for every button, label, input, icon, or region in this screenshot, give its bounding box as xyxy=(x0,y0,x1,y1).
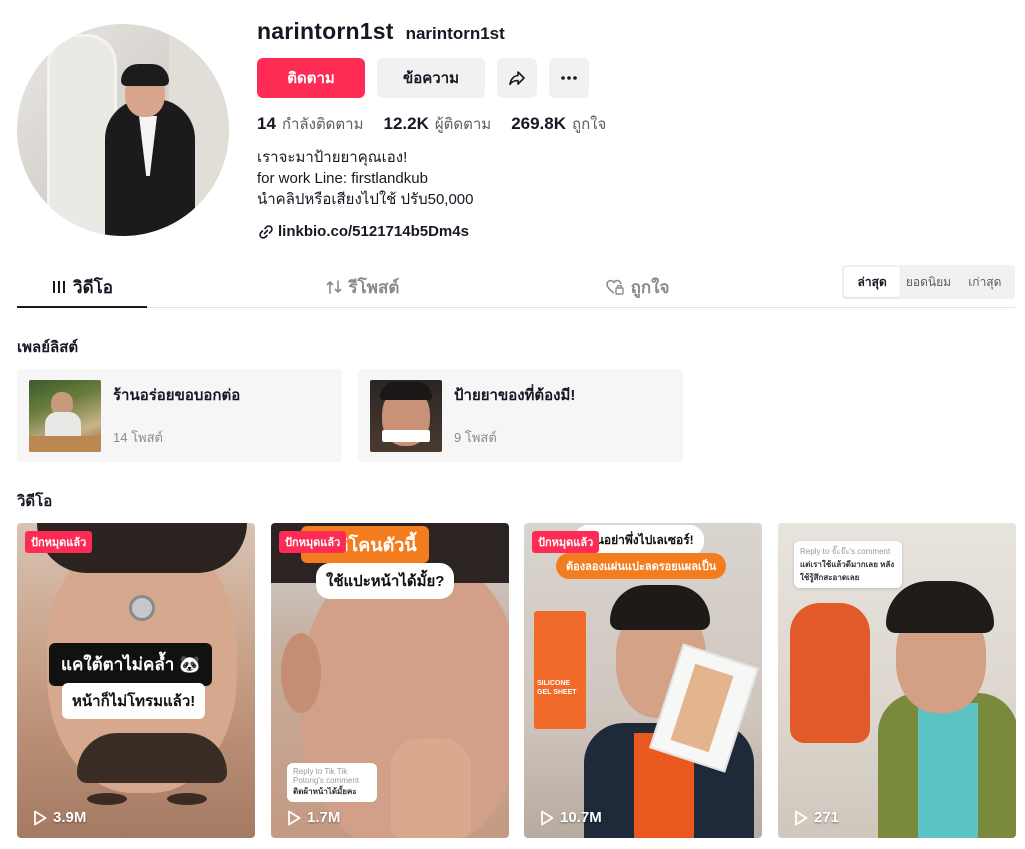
video-caption: แคใต้ตาไม่คล้ำ 🐼 xyxy=(49,643,213,686)
more-button[interactable] xyxy=(549,58,589,98)
thumbnail-hand xyxy=(391,738,471,838)
video-views-count: 10.7M xyxy=(560,809,602,826)
playlist-title: ร้านอร่อยขอบอกต่อ xyxy=(113,387,241,404)
video-caption: ต้องลองแผ่นแปะลดรอยแผลเป็น xyxy=(556,553,727,579)
share-icon xyxy=(509,71,525,86)
thumbnail-product-box: SILICONE GEL SHEET xyxy=(534,611,586,729)
playlist-thumbnail xyxy=(29,379,101,452)
thumbnail-hair xyxy=(610,585,710,630)
thumbnail-roller xyxy=(129,595,155,621)
video-caption: ใช้แปะหน้าได้มั้ย? xyxy=(316,563,455,599)
stat-following-label: กำลังติดตาม xyxy=(281,116,364,133)
playlist-count: 9 โพสต์ xyxy=(454,430,497,445)
video-card[interactable]: Reply to จั๊ะจ๊ะ's comment แต่เราใช้แล้ว… xyxy=(778,523,1016,838)
profile-bio: เราจะมาป้ายยาคุณเอง! for work Line: firs… xyxy=(257,147,474,210)
reply-comment: Reply to จั๊ะจ๊ะ's comment แต่เราใช้แล้ว… xyxy=(794,541,902,588)
pinned-badge: ปักหมุดแล้ว xyxy=(279,531,347,553)
reply-text: แต่เราใช้แล้วดีมากเลย หลังใช้รู้สึกสะอาด… xyxy=(800,560,895,582)
stat-followers[interactable]: 12.2K ผู้ติดตาม xyxy=(383,112,491,136)
video-card[interactable]: SILICONE GEL SHEET เป็นอย่าพึ่งไปเลเซอร์… xyxy=(524,523,762,838)
message-button[interactable]: ข้อความ xyxy=(377,58,485,98)
video-views: 3.9M xyxy=(33,809,86,826)
profile-stats: 14 กำลังติดตาม 12.2K ผู้ติดตาม 269.8K ถู… xyxy=(257,112,606,136)
video-views-count: 1.7M xyxy=(307,809,341,826)
stat-followers-label: ผู้ติดตาม xyxy=(434,116,492,133)
videos-title: วิดีโอ xyxy=(17,493,53,510)
profile-link[interactable]: linkbio.co/5121714b5Dm4s xyxy=(258,223,469,240)
tab-reposts-label: รีโพสต์ xyxy=(348,277,400,297)
grid-icon xyxy=(53,281,66,293)
play-icon xyxy=(795,810,808,825)
stat-likes-label: ถูกใจ xyxy=(572,116,607,133)
tab-videos-label: วิดีโอ xyxy=(73,277,113,297)
profile-avatar[interactable] xyxy=(17,24,229,236)
playlist-card[interactable]: ร้านอร่อยขอบอกต่อ 14 โพสต์ xyxy=(17,369,342,462)
playlist-card[interactable]: ป้ายยาของที่ต้องมี! 9 โพสต์ xyxy=(358,369,683,462)
reply-title: Reply to Tik Tik Potong's comment xyxy=(293,767,360,785)
bio-line: for work Line: firstlandkub xyxy=(257,170,428,187)
bio-line: เราจะมาป้ายยาคุณเอง! xyxy=(257,149,408,166)
follow-button[interactable]: ติดตาม xyxy=(257,58,365,98)
profile-actions: ติดตาม ข้อความ xyxy=(257,58,589,98)
tab-liked-label: ถูกใจ xyxy=(630,277,670,297)
link-icon xyxy=(259,224,273,239)
bio-line: นำคลิปหรือเสียงไปใช้ ปรับ50,000 xyxy=(257,191,474,208)
pinned-badge: ปักหมุดแล้ว xyxy=(532,531,600,553)
thumbnail-hair xyxy=(77,733,227,783)
playlist-info: ร้านอร่อยขอบอกต่อ 14 โพสต์ xyxy=(113,383,240,448)
avatar-hair xyxy=(121,64,169,86)
heart-lock-icon xyxy=(605,279,624,295)
playlist-title: ป้ายยาของที่ต้องมี! xyxy=(454,387,576,404)
repost-icon xyxy=(326,280,341,294)
video-card[interactable]: นซิลิโคนตัวนี้ ใช้แปะหน้าได้มั้ย? Reply … xyxy=(271,523,509,838)
reply-text: ติดผ้าหน้าได้มั้ยคะ xyxy=(293,787,357,796)
profile-username: narintorn1st xyxy=(257,18,394,44)
stat-followers-count: 12.2K xyxy=(383,114,429,133)
sort-popular[interactable]: ยอดนิยม xyxy=(900,267,956,297)
tab-active-indicator xyxy=(17,306,147,308)
share-button[interactable] xyxy=(497,58,537,98)
profile-link-text: linkbio.co/5121714b5Dm4s xyxy=(278,223,469,240)
video-views-count: 271 xyxy=(814,809,840,826)
tab-liked[interactable]: ถูกใจ xyxy=(572,266,702,308)
more-icon xyxy=(561,76,577,80)
playlists-title: เพลย์ลิสต์ xyxy=(17,339,79,356)
reply-title: Reply to จั๊ะจ๊ะ's comment xyxy=(800,547,891,556)
stat-following[interactable]: 14 กำลังติดตาม xyxy=(257,112,363,136)
profile-name-row: narintorn1st narintorn1st xyxy=(257,18,505,45)
playlist-count: 14 โพสต์ xyxy=(113,430,164,445)
tab-reposts[interactable]: รีโพสต์ xyxy=(287,266,437,308)
video-views: 10.7M xyxy=(540,809,602,826)
product-label: SILICONE GEL SHEET xyxy=(537,680,577,696)
thumbnail-eye xyxy=(87,793,127,805)
video-caption: หน้าก็ไม่โทรมแล้ว! xyxy=(62,683,206,719)
thumbnail-ear xyxy=(281,633,321,713)
video-views: 1.7M xyxy=(287,809,340,826)
thumbnail-glove xyxy=(790,603,870,743)
reply-comment: Reply to Tik Tik Potong's comment ติดผ้า… xyxy=(287,763,377,802)
sort-oldest[interactable]: เก่าสุด xyxy=(957,267,1013,297)
thumbnail-shirt xyxy=(918,703,978,838)
playlist-thumbnail xyxy=(370,379,442,452)
stat-following-count: 14 xyxy=(257,114,276,133)
video-views-count: 3.9M xyxy=(53,809,87,826)
pinned-badge: ปักหมุดแล้ว xyxy=(25,531,93,553)
stat-likes-count: 269.8K xyxy=(511,114,567,133)
video-views: 271 xyxy=(794,809,839,826)
profile-nickname: narintorn1st xyxy=(405,24,505,43)
playlist-info: ป้ายยาของที่ต้องมี! 9 โพสต์ xyxy=(454,383,575,448)
stat-likes: 269.8K ถูกใจ xyxy=(511,112,606,136)
sort-toggle: ล่าสุด ยอดนิยม เก่าสุด xyxy=(842,265,1015,299)
sort-latest[interactable]: ล่าสุด xyxy=(844,267,901,297)
video-card[interactable]: แคใต้ตาไม่คล้ำ 🐼 หน้าก็ไม่โทรมแล้ว! ปักห… xyxy=(17,523,255,838)
thumbnail-eye xyxy=(167,793,207,805)
play-icon xyxy=(541,810,554,825)
tab-videos[interactable]: วิดีโอ xyxy=(17,266,147,308)
play-icon xyxy=(288,810,301,825)
play-icon xyxy=(34,810,47,825)
